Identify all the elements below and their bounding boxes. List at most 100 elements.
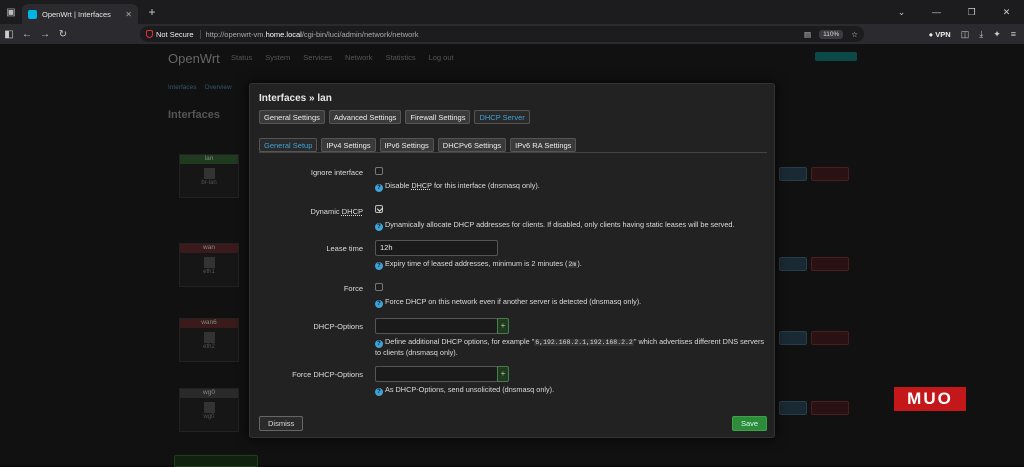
lease-time-input[interactable]: 12h (375, 240, 498, 256)
force-help: ? Force DHCP on this network even if anot… (375, 297, 765, 308)
new-tab-icon[interactable]: + (142, 5, 162, 19)
subtab-ipv4-settings[interactable]: IPv4 Settings (321, 138, 376, 152)
bookmark-star-icon[interactable]: ☆ (851, 30, 858, 39)
vpn-label: VPN (935, 29, 951, 39)
browser-tab-bar: ▣ OpenWrt | Interfaces ✕ + ⌄ — ❐ ✕ (0, 0, 1024, 24)
subtab-ipv6-ra-settings[interactable]: IPv6 RA Settings (510, 138, 577, 152)
reader-icon[interactable]: ▤ (804, 30, 811, 39)
interface-card-wg0: wg0 wg0 (179, 388, 239, 432)
force-dhcp-options-input[interactable] (375, 366, 498, 382)
save-button[interactable]: Save (732, 416, 767, 431)
add-option-icon[interactable]: + (497, 366, 509, 382)
help-text: As DHCP-Options, send unsolicited (dnsma… (385, 385, 555, 394)
subtab-ipv6-settings[interactable]: IPv6 Settings (379, 138, 434, 152)
force-dhcp-options-help: ? As DHCP-Options, send unsolicited (dnsm… (375, 385, 765, 396)
url-host: home.local (265, 29, 302, 39)
hostname-badge (815, 52, 857, 61)
download-icon[interactable]: ⤓ (979, 29, 983, 40)
tab-advanced-settings[interactable]: Advanced Settings (328, 110, 402, 124)
breadcrumb-interfaces[interactable]: Interfaces (168, 84, 197, 91)
interface-device: br-lan (201, 180, 217, 186)
add-interface-button[interactable] (174, 455, 258, 467)
not-secure-badge[interactable]: Not Secure (146, 29, 201, 39)
tab-divider (259, 152, 767, 153)
back-icon[interactable]: ← (18, 29, 36, 40)
reload-icon[interactable]: ↻ (54, 29, 72, 40)
dynamic-dhcp-help: ? Dynamically allocate DHCP addresses for… (375, 220, 765, 231)
wallet-icon[interactable]: ◫ (961, 29, 970, 40)
menu-icon[interactable]: ≡ (1011, 29, 1016, 39)
minimize-icon[interactable]: — (919, 0, 954, 24)
forward-icon[interactable]: → (36, 29, 54, 40)
subtab-dhcpv6-settings[interactable]: DHCPv6 Settings (437, 138, 507, 152)
delete-button[interactable] (811, 401, 849, 415)
openwrt-favicon-icon (28, 9, 37, 19)
subtab-general-setup[interactable]: General Setup (259, 138, 318, 152)
add-option-icon[interactable]: + (497, 318, 509, 334)
close-tab-icon[interactable]: ✕ (125, 10, 132, 19)
help-icon: ? (375, 262, 383, 270)
window-controls: ⌄ — ❐ ✕ (884, 0, 1024, 24)
menu-item-status[interactable]: Status (231, 53, 252, 62)
help-icon: ? (375, 300, 383, 308)
menu-item-services[interactable]: Services (303, 53, 332, 62)
tab-actions-icon[interactable]: ▣ (0, 7, 22, 18)
extensions-icon[interactable]: ✦ (993, 29, 1001, 40)
ignore-interface-checkbox[interactable] (375, 167, 383, 175)
help-text-pre: Define additional DHCP options, for exam… (385, 337, 535, 346)
help-text-post: for this interface (dnsmasq only). (431, 181, 540, 190)
edit-button[interactable] (779, 257, 807, 271)
edit-button[interactable] (779, 167, 807, 181)
url-prefix: http://openwrt-vm. (205, 29, 266, 39)
help-abbr: DHCP (411, 181, 432, 190)
network-icon (203, 168, 215, 179)
interface-card-wan6: wan6 eth2 (179, 318, 239, 362)
delete-button[interactable] (811, 331, 849, 345)
lease-time-help: ? Expiry time of leased addresses, minimu… (375, 259, 765, 270)
help-icon: ? (375, 340, 383, 348)
help-text: Force DHCP on this network even if anoth… (385, 297, 642, 306)
edit-button[interactable] (779, 331, 807, 345)
interface-dialog: Interfaces » lan General Settings Advanc… (249, 83, 775, 438)
browser-tab[interactable]: OpenWrt | Interfaces ✕ (22, 4, 138, 24)
interface-device: eth1 (203, 269, 215, 275)
tab-firewall-settings[interactable]: Firewall Settings (405, 110, 471, 124)
menu-item-statistics[interactable]: Statistics (386, 53, 416, 62)
not-secure-label: Not Secure (156, 29, 194, 39)
sidebar-icon[interactable]: ◧ (0, 29, 18, 40)
interface-name: wan (180, 244, 238, 253)
chevron-down-icon[interactable]: ⌄ (884, 0, 919, 24)
label-pre: Dynamic (310, 207, 342, 216)
breadcrumb: Interfaces Overview (168, 84, 232, 91)
help-icon: ? (375, 184, 383, 192)
delete-button[interactable] (811, 257, 849, 271)
brand-logo[interactable]: OpenWrt (168, 51, 220, 66)
dhcp-options-help: ? Define additional DHCP options, for exa… (375, 337, 765, 358)
restore-icon[interactable]: ❐ (954, 0, 989, 24)
zoom-badge[interactable]: 110% (819, 29, 844, 39)
interface-name: wan6 (180, 319, 238, 328)
edit-button[interactable] (779, 401, 807, 415)
help-icon: ? (375, 388, 383, 396)
dismiss-button[interactable]: Dismiss (259, 416, 304, 431)
force-checkbox[interactable] (375, 283, 383, 291)
breadcrumb-overview[interactable]: Overview (205, 84, 232, 91)
url-path: /cgi-bin/luci/admin/network/network (301, 29, 419, 39)
help-text-pre: Disable (385, 181, 412, 190)
label-abbr: DHCP (341, 207, 363, 216)
dhcp-options-input[interactable] (375, 318, 498, 334)
help-code: 2m (567, 261, 578, 268)
interface-device: wg0 (203, 414, 215, 420)
menu-item-network[interactable]: Network (345, 53, 373, 62)
menu-item-system[interactable]: System (265, 53, 290, 62)
delete-button[interactable] (811, 167, 849, 181)
tab-dhcp-server[interactable]: DHCP Server (474, 110, 530, 124)
vpn-button[interactable]: ● VPN (929, 30, 951, 39)
close-window-icon[interactable]: ✕ (989, 0, 1024, 24)
network-icon (203, 257, 215, 268)
interface-card-wan: wan eth1 (179, 243, 239, 287)
url-field[interactable]: Not Secure http://openwrt-vm. home.local /… (140, 26, 864, 42)
dynamic-dhcp-checkbox[interactable] (375, 205, 383, 213)
menu-item-logout[interactable]: Log out (429, 53, 454, 62)
tab-general-settings[interactable]: General Settings (259, 110, 325, 124)
